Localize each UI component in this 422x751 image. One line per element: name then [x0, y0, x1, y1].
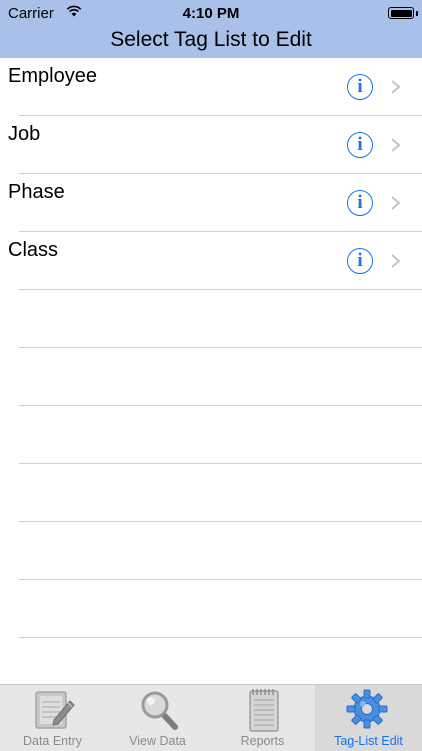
empty-row-separator — [19, 347, 422, 348]
status-bar: Carrier 4:10 PM — [0, 0, 422, 28]
battery-icon — [388, 7, 414, 19]
info-icon[interactable]: i — [347, 190, 373, 216]
tab-view-data[interactable]: View Data — [105, 685, 210, 751]
empty-row-separator — [19, 579, 422, 580]
empty-row-separator — [19, 521, 422, 522]
tab-data-entry[interactable]: Data Entry — [0, 685, 105, 751]
empty-row-separator — [19, 463, 422, 464]
info-icon[interactable]: i — [347, 74, 373, 100]
list-item-employee[interactable]: Employee i — [0, 58, 422, 116]
info-icon[interactable]: i — [347, 132, 373, 158]
list-item-class[interactable]: Class i — [0, 232, 422, 290]
chevron-right-icon — [391, 80, 401, 94]
gear-icon — [346, 689, 388, 729]
chevron-right-icon — [391, 138, 401, 152]
tab-label: View Data — [129, 734, 186, 748]
battery-tip — [416, 11, 418, 16]
tab-bar: Data Entry View Data Reports Tag-List Ed… — [0, 684, 422, 751]
row-separator — [19, 289, 422, 290]
list-item-label: Employee — [8, 65, 97, 87]
notepad-pencil-icon — [35, 691, 75, 729]
tab-label: Data Entry — [22, 734, 83, 748]
empty-row-separator — [19, 405, 422, 406]
notebook-icon — [249, 689, 279, 732]
tab-reports[interactable]: Reports — [210, 685, 315, 751]
tab-label: Tag-List Edit — [334, 734, 403, 748]
list-item-label: Class — [8, 239, 59, 261]
list-item-label: Job — [8, 123, 41, 145]
empty-row-separator — [19, 637, 422, 638]
info-icon[interactable]: i — [347, 248, 373, 274]
chevron-right-icon — [391, 196, 401, 210]
page-title: Select Tag List to Edit — [110, 28, 312, 51]
magnifier-icon — [141, 691, 178, 730]
status-time: 4:10 PM — [182, 5, 240, 22]
tab-tag-list-edit[interactable]: Tag-List Edit — [315, 685, 422, 751]
tag-list: Employee i Job i Phase i Class i — [0, 58, 422, 290]
top-header: Carrier 4:10 PM Select Tag List to Edit — [0, 0, 422, 58]
tab-label: Reports — [240, 734, 285, 748]
chevron-right-icon — [391, 254, 401, 268]
list-item-phase[interactable]: Phase i — [0, 174, 422, 232]
list-item-label: Phase — [8, 181, 65, 203]
list-item-job[interactable]: Job i — [0, 116, 422, 174]
